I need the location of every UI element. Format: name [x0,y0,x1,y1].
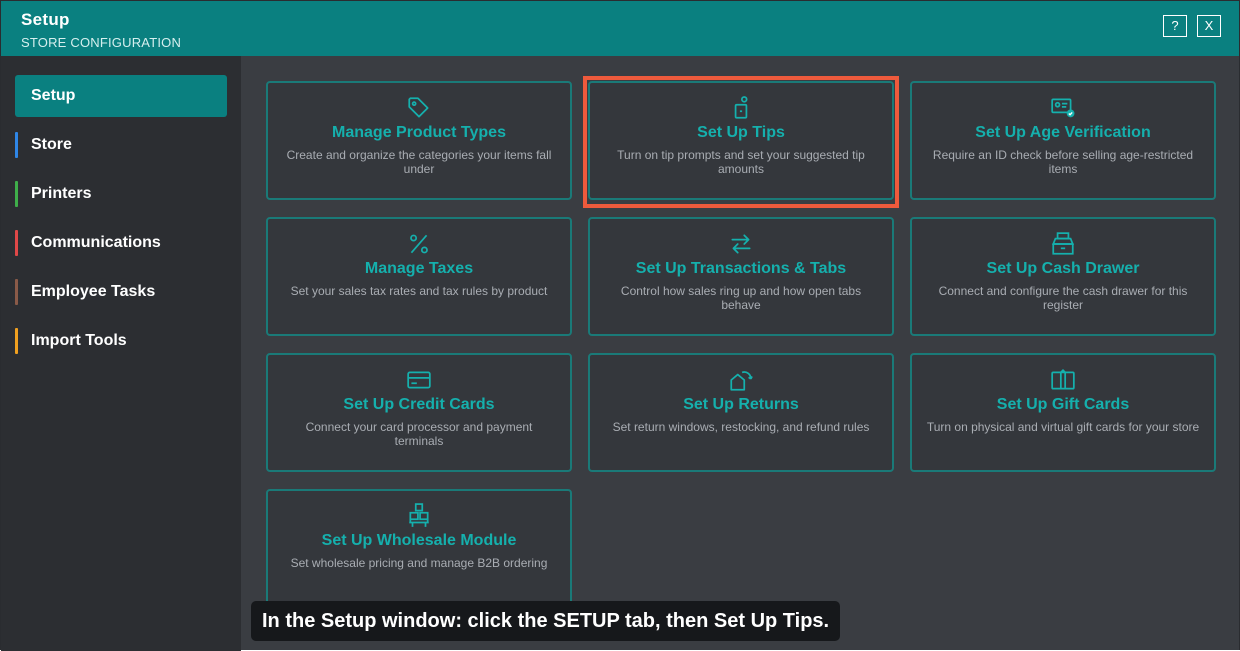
tile-manage-taxes[interactable]: Manage Taxes Set your sales tax rates an… [266,217,572,336]
tile-set-up-age-verification[interactable]: Set Up Age Verification Require an ID ch… [910,81,1216,200]
tile-description: Set wholesale pricing and manage B2B ord… [290,556,548,570]
window-subtitle: STORE CONFIGURATION [21,35,182,50]
tile-description: Connect and configure the cash drawer fo… [938,284,1188,312]
tile-set-up-tips[interactable]: Set Up Tips Turn on tip prompts and set … [588,81,894,200]
sidebar-item-label: Printers [31,185,92,202]
tile-description: Turn on tip prompts and set your suggest… [617,148,865,176]
tile-title: Set Up Cash Drawer [986,260,1140,277]
sidebar: Setup Store Printers Communications Empl… [1,56,241,651]
tile-title: Set Up Age Verification [975,124,1151,141]
percent-icon [268,231,570,257]
tile-title: Manage Product Types [332,124,506,141]
sidebar-item-label: Store [31,136,72,153]
sidebar-item-label: Import Tools [31,332,127,349]
sidebar-item-employee-tasks[interactable]: Employee Tasks [15,271,227,313]
tile-description: Set return windows, restocking, and refu… [612,420,870,434]
swap-arrows-icon [590,231,892,257]
setup-window: Setup STORE CONFIGURATION ? X Setup Stor… [0,0,1240,651]
tile-description: Control how sales ring up and how open t… [620,284,862,312]
instruction-caption: In the Setup window: click the SETUP tab… [251,601,841,641]
tile-description: Require an ID check before selling age-r… [932,148,1194,176]
tile-set-up-gift-cards[interactable]: Set Up Gift Cards Turn on physical and v… [910,353,1216,472]
tile-title: Set Up Wholesale Module [321,532,517,549]
tile-set-up-credit-cards[interactable]: Set Up Credit Cards Connect your card pr… [266,353,572,472]
credit-card-icon [268,367,570,393]
sidebar-item-label: Setup [31,87,76,104]
tile-set-up-cash-drawer[interactable]: Set Up Cash Drawer Connect and configure… [910,217,1216,336]
communications-color-bar [15,230,18,256]
tile-manage-product-types[interactable]: Manage Product Types Create and organize… [266,81,572,200]
window-title: Setup [21,10,70,29]
help-button[interactable]: ? [1163,15,1187,37]
tile-set-up-returns[interactable]: Set Up Returns Set return windows, resto… [588,353,894,472]
setup-tiles-panel: Manage Product Types Create and organize… [241,56,1239,650]
gift-card-icon [912,367,1214,393]
sidebar-item-import-tools[interactable]: Import Tools [15,320,227,362]
tag-icon [268,95,570,121]
tile-title: Set Up Returns [683,396,799,413]
tile-description: Turn on physical and virtual gift cards … [926,420,1200,434]
tile-set-up-transactions-tabs[interactable]: Set Up Transactions & Tabs Control how s… [588,217,894,336]
wholesale-icon [268,503,570,529]
tip-jar-icon [590,95,892,121]
store-color-bar [15,132,18,158]
tile-title: Manage Taxes [364,260,474,277]
tile-title: Set Up Transactions & Tabs [635,260,847,277]
tile-title: Set Up Gift Cards [996,396,1130,413]
sidebar-item-label: Employee Tasks [31,283,156,300]
tile-description: Connect your card processor and payment … [305,420,533,448]
id-card-check-icon [912,95,1214,121]
tile-set-up-wholesale-module[interactable]: Set Up Wholesale Module Set wholesale pr… [266,489,572,608]
tile-description: Create and organize the categories your … [286,148,552,176]
title-bar: Setup STORE CONFIGURATION ? X [1,1,1239,56]
employee-tasks-color-bar [15,279,18,305]
sidebar-item-label: Communications [31,234,161,251]
close-button[interactable]: X [1197,15,1221,37]
tile-description: Set your sales tax rates and tax rules b… [290,284,548,298]
tile-title: Set Up Credit Cards [343,396,495,413]
sidebar-item-communications[interactable]: Communications [15,222,227,264]
import-tools-color-bar [15,328,18,354]
sidebar-item-store[interactable]: Store [15,124,227,166]
tile-title: Set Up Tips [697,124,785,141]
sidebar-item-printers[interactable]: Printers [15,173,227,215]
return-icon [590,367,892,393]
printers-color-bar [15,181,18,207]
cash-drawer-icon [912,231,1214,257]
sidebar-item-setup[interactable]: Setup [15,75,227,117]
